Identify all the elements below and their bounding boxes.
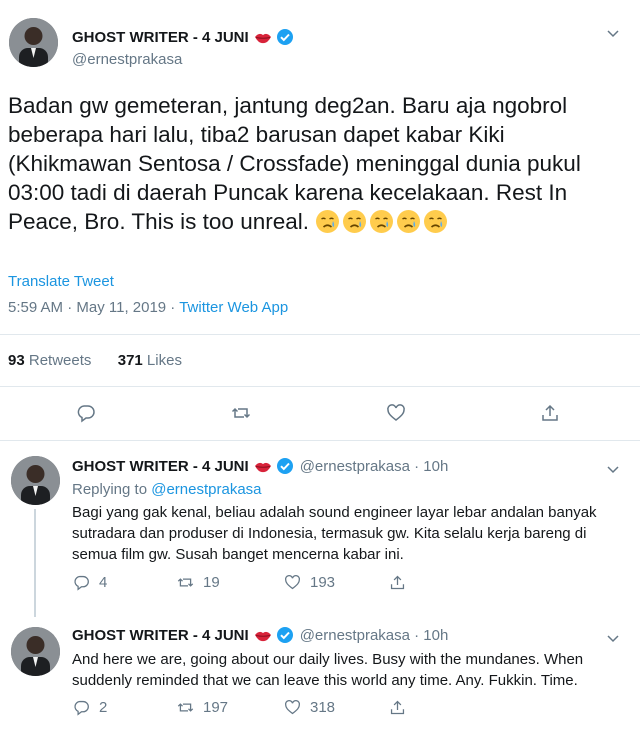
- display-name[interactable]: GHOST WRITER - 4 JUNI: [72, 458, 249, 475]
- display-name[interactable]: GHOST WRITER - 4 JUNI: [72, 29, 249, 46]
- author-name-row: GHOST WRITER - 4 JUNI: [72, 28, 294, 46]
- retweet-icon: [177, 578, 194, 587]
- crying-emoji: [396, 209, 421, 234]
- reply-tweet[interactable]: GHOST WRITER - 4 JUNI @ernestprakasa · 1…: [0, 441, 640, 617]
- crying-emoji: [423, 209, 448, 234]
- likes-label: Likes: [142, 352, 182, 369]
- like-icon: [387, 404, 405, 421]
- reply-tweet[interactable]: GHOST WRITER - 4 JUNI @ernestprakasa · 1…: [0, 617, 640, 730]
- retweet-count: 197: [203, 699, 229, 716]
- handle[interactable]: @ernestprakasa: [72, 51, 182, 68]
- author-name-row: GHOST WRITER - 4 JUNI @ernestprakasa · 1…: [72, 626, 448, 644]
- reply-button[interactable]: 2: [73, 699, 107, 716]
- verified-icon: [276, 457, 294, 475]
- share-button[interactable]: [389, 699, 406, 716]
- reply-icon: [74, 700, 89, 716]
- likes-stat[interactable]: 371 Likes: [118, 352, 182, 369]
- verified-icon: [276, 28, 294, 46]
- retweets-count: 93: [8, 352, 25, 369]
- share-button[interactable]: [389, 574, 406, 591]
- lips-emoji: [254, 629, 272, 642]
- retweet-button[interactable]: 197: [177, 699, 228, 716]
- reply-count: 2: [99, 699, 108, 716]
- share-button[interactable]: [540, 403, 560, 423]
- like-icon: [284, 699, 301, 715]
- retweets-label: Retweets: [24, 352, 92, 369]
- author-name-row: GHOST WRITER - 4 JUNI @ernestprakasa · 1…: [72, 457, 448, 475]
- main-tweet: GHOST WRITER - 4 JUNI @ernestprakasa Bad…: [0, 0, 640, 440]
- share-icon: [390, 700, 405, 715]
- timestamp-text[interactable]: 5:59 AM · May 11, 2019 ·: [8, 299, 179, 316]
- thread-connector: [34, 509, 36, 617]
- reply-icon: [77, 405, 95, 423]
- crying-emoji-group: [315, 209, 450, 234]
- handle-and-time[interactable]: @ernestprakasa · 10h: [300, 627, 449, 644]
- divider: [0, 386, 640, 387]
- crying-emoji: [342, 209, 367, 234]
- replying-to: Replying to @ernestprakasa: [72, 481, 262, 498]
- reply-button[interactable]: [76, 403, 96, 423]
- avatar[interactable]: [9, 18, 58, 67]
- share-icon: [542, 404, 558, 421]
- reply-text: And here we are, going about our daily l…: [72, 651, 584, 689]
- like-button[interactable]: [386, 403, 406, 423]
- tweet-timestamp: 5:59 AM · May 11, 2019 · Twitter Web App: [8, 299, 288, 316]
- retweet-count: 19: [203, 574, 220, 591]
- tweet-text: Badan gw gemeteran, jantung deg2an. Baru…: [8, 91, 628, 236]
- chevron-down-icon[interactable]: [606, 26, 620, 45]
- like-count: 193: [310, 574, 336, 591]
- crying-emoji: [369, 209, 394, 234]
- source-app-link[interactable]: Twitter Web App: [179, 299, 288, 316]
- like-icon: [284, 574, 301, 590]
- mention-link[interactable]: @ernestprakasa: [151, 481, 261, 498]
- divider: [0, 334, 640, 335]
- avatar[interactable]: [11, 627, 60, 676]
- like-count: 318: [310, 699, 336, 716]
- handle-and-time[interactable]: @ernestprakasa · 10h: [300, 458, 449, 475]
- like-button[interactable]: 318: [284, 699, 335, 716]
- translate-tweet-link[interactable]: Translate Tweet: [8, 273, 114, 290]
- tweet-body: Badan gw gemeteran, jantung deg2an. Baru…: [8, 93, 581, 234]
- reply-text: Bagi yang gak kenal, beliau adalah sound…: [72, 504, 597, 563]
- retweet-icon: [231, 407, 251, 419]
- likes-count: 371: [117, 352, 143, 369]
- lips-emoji: [254, 460, 272, 473]
- reply-button[interactable]: 4: [73, 574, 107, 591]
- retweets-stat[interactable]: 93 Retweets: [8, 352, 91, 369]
- retweet-icon: [177, 703, 194, 712]
- chevron-down-icon[interactable]: [606, 631, 620, 650]
- reply-icon: [74, 575, 89, 591]
- avatar[interactable]: [11, 456, 60, 505]
- retweet-button[interactable]: 19: [177, 574, 220, 591]
- retweet-button[interactable]: [231, 403, 251, 423]
- engagement-stats: 93 Retweets 371 Likes: [8, 352, 182, 369]
- share-icon: [390, 575, 405, 590]
- like-button[interactable]: 193: [284, 574, 335, 591]
- crying-emoji: [315, 209, 340, 234]
- verified-icon: [276, 626, 294, 644]
- reply-count: 4: [99, 574, 108, 591]
- lips-emoji: [254, 31, 272, 44]
- replying-label: Replying to: [72, 481, 152, 498]
- display-name[interactable]: GHOST WRITER - 4 JUNI: [72, 627, 249, 644]
- chevron-down-icon[interactable]: [606, 462, 620, 481]
